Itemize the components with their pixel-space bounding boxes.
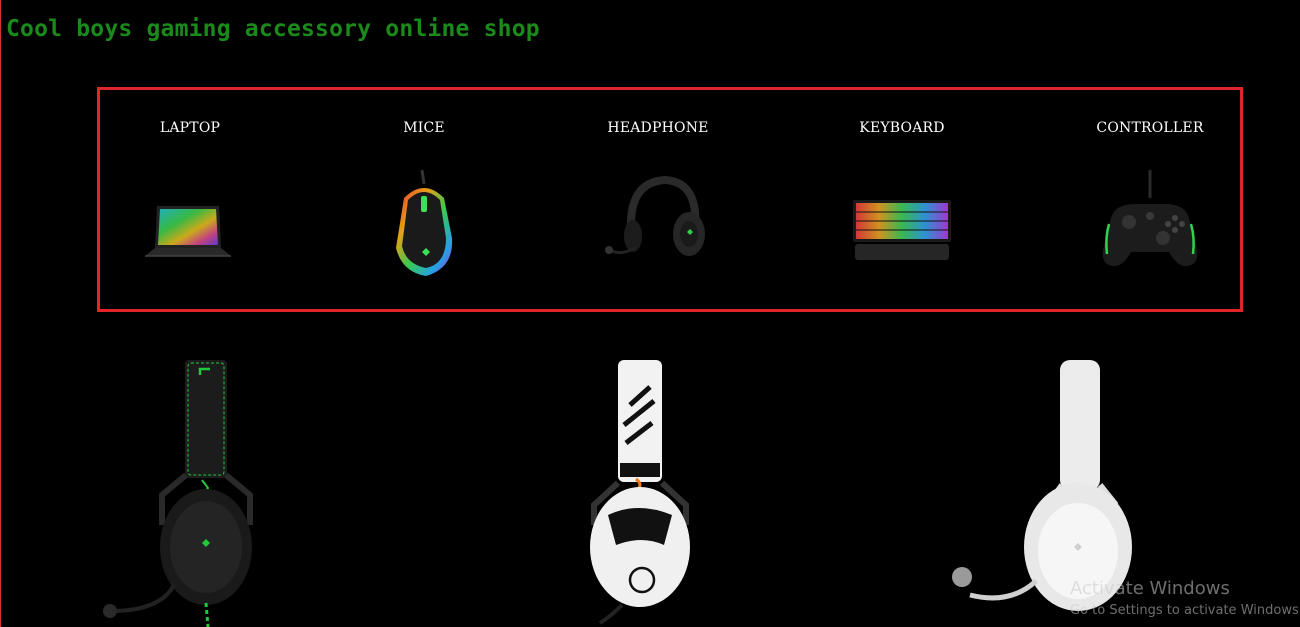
category-headphone[interactable]: HEADPHONE xyxy=(558,90,758,309)
white-siege-headset-icon[interactable] xyxy=(560,355,740,627)
category-nav: LAPTOP MICE HEADPHONE KEYBOARD CONTROLLE… xyxy=(97,87,1243,312)
mouse-icon xyxy=(396,169,453,276)
laptop-icon xyxy=(145,206,231,257)
category-mice[interactable]: MICE xyxy=(324,90,524,309)
activate-windows-watermark: Activate Windows Go to Settings to activ… xyxy=(1070,578,1300,618)
category-controller[interactable]: CONTROLLER xyxy=(1050,90,1250,309)
category-label: KEYBOARD xyxy=(859,120,945,136)
headphone-icon xyxy=(605,175,705,256)
watermark-subtitle: Go to Settings to activate Windows. xyxy=(1070,603,1300,618)
watermark-title: Activate Windows xyxy=(1070,578,1230,599)
category-label: MICE xyxy=(403,120,445,136)
keyboard-icon xyxy=(853,200,951,260)
black-green-headset-icon[interactable] xyxy=(90,355,270,627)
category-laptop[interactable]: LAPTOP xyxy=(90,90,290,309)
category-label: CONTROLLER xyxy=(1096,120,1204,136)
site-title: Cool boys gaming accessory online shop xyxy=(6,16,540,42)
controller-icon xyxy=(1102,170,1198,266)
page-left-border xyxy=(0,0,1,627)
category-keyboard[interactable]: KEYBOARD xyxy=(802,90,1002,309)
category-label: HEADPHONE xyxy=(607,120,709,136)
category-label: LAPTOP xyxy=(159,120,221,136)
